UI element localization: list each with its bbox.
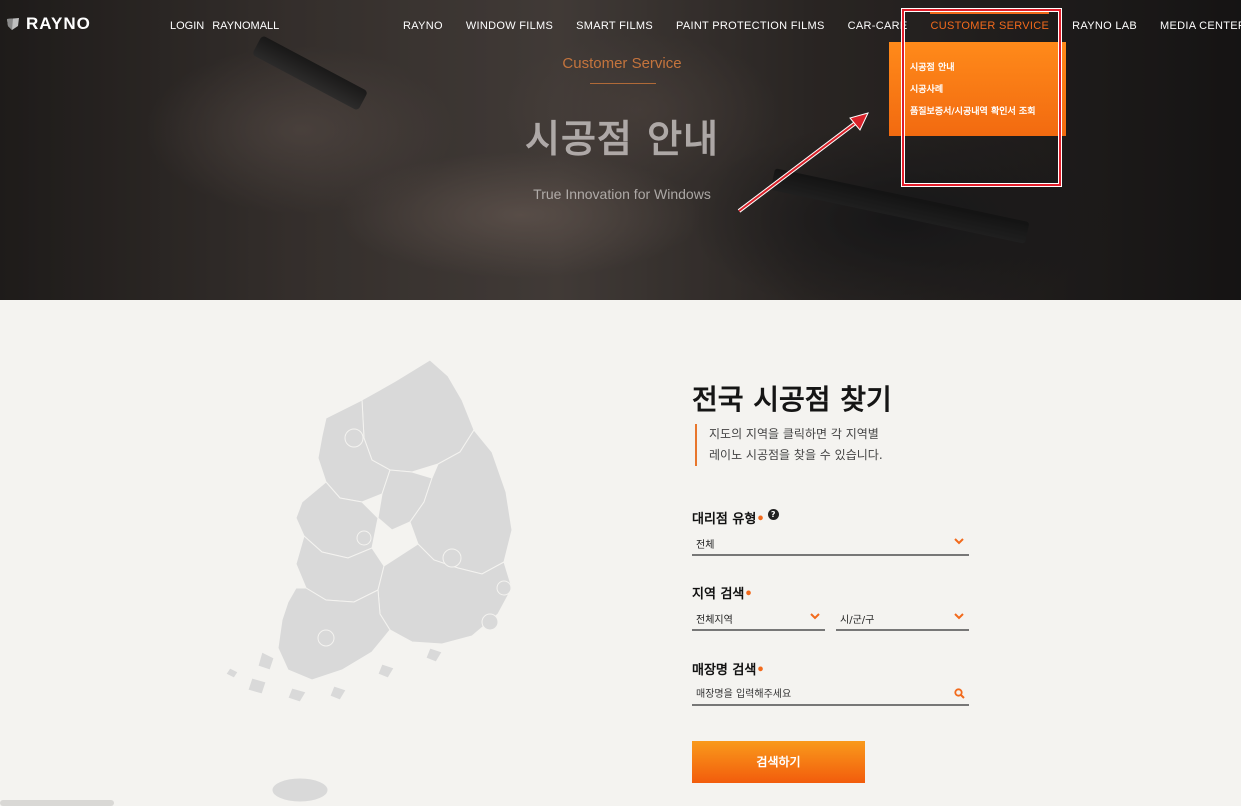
map-region-busan[interactable]: [481, 613, 499, 631]
region-label-text: 지역 검색: [692, 587, 745, 602]
hero-tagline: True Innovation for Windows: [533, 186, 711, 202]
search-icon[interactable]: [954, 688, 965, 699]
required-dot: •: [744, 587, 753, 602]
region-select-value: 전체지역: [696, 615, 733, 626]
region-select[interactable]: 전체지역: [692, 607, 825, 631]
store-label: 매장명 검색•: [692, 659, 765, 678]
store-search-input[interactable]: [692, 684, 969, 706]
map-island: [247, 677, 267, 695]
map-region-jeju[interactable]: [271, 777, 329, 803]
map-region-ulsan[interactable]: [496, 580, 512, 596]
type-select[interactable]: 전체: [692, 532, 969, 556]
region-label: 지역 검색•: [692, 583, 753, 602]
hero-divider: [590, 83, 656, 84]
help-icon[interactable]: ?: [767, 509, 779, 520]
korea-map: [225, 359, 513, 803]
search-button[interactable]: 검색하기: [692, 741, 865, 783]
type-select-value: 전체: [696, 540, 715, 551]
finder-desc-line-2: 레이노 시공점을 찾을 수 있습니다.: [709, 448, 883, 462]
map-region-south-jeolla[interactable]: [277, 587, 391, 681]
hero-subtitle: Customer Service: [562, 55, 682, 72]
chevron-down-icon: [954, 538, 964, 545]
city-select-value: 시/군/구: [840, 615, 875, 626]
page-title: 시공점 안내: [524, 117, 720, 161]
map-region-daegu[interactable]: [442, 548, 462, 568]
map-region-seoul[interactable]: [344, 428, 364, 448]
map-island: [225, 667, 239, 679]
city-select[interactable]: 시/군/구: [836, 607, 969, 631]
finder-title: 전국 시공점 찾기: [692, 383, 892, 416]
finder-description: 지도의 지역을 클릭하면 각 지역별 레이노 시공점을 찾을 수 있습니다.: [695, 424, 883, 466]
required-dot: •: [756, 512, 765, 527]
map-island: [377, 663, 395, 679]
chevron-down-icon: [954, 613, 964, 620]
type-label: 대리점 유형•?: [692, 508, 779, 527]
chevron-down-icon: [810, 613, 820, 620]
map-island: [329, 685, 347, 701]
map-region-gwangju[interactable]: [317, 629, 335, 647]
map-region-daejeon[interactable]: [356, 530, 372, 546]
horizontal-scrollbar[interactable]: [0, 800, 114, 806]
store-label-text: 매장명 검색: [692, 663, 757, 678]
required-dot: •: [756, 663, 765, 678]
finder-desc-line-1: 지도의 지역을 클릭하면 각 지역별: [709, 427, 879, 441]
map-island: [425, 647, 443, 663]
map-island: [257, 651, 275, 671]
type-label-text: 대리점 유형: [692, 512, 757, 527]
map-island: [287, 687, 307, 703]
